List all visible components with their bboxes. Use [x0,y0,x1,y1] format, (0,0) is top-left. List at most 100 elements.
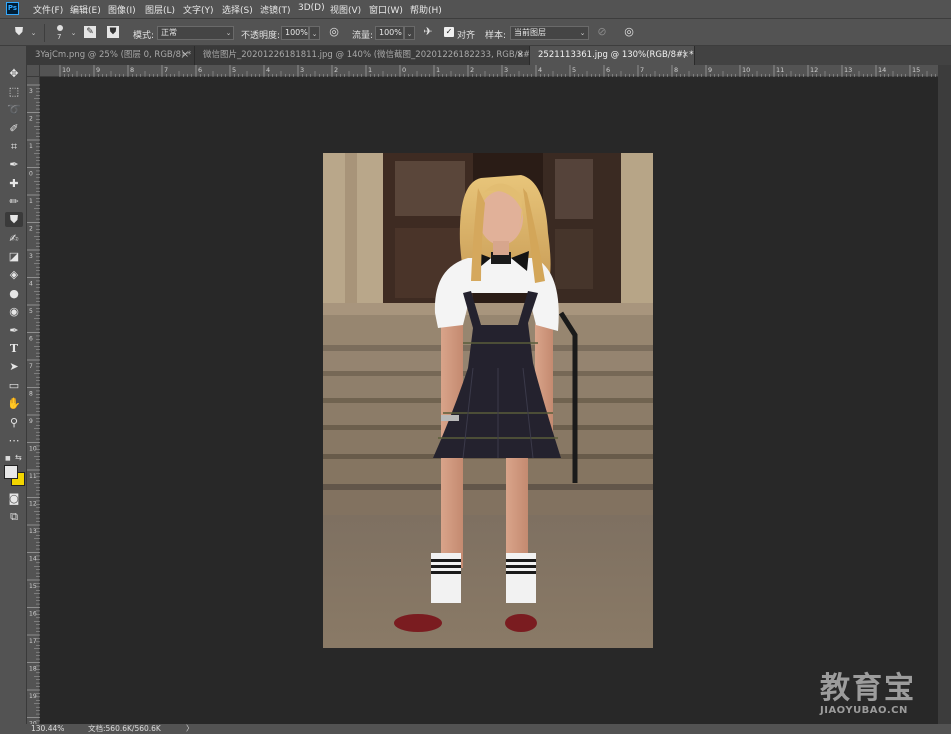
opacity-dropdown-icon[interactable]: ⌄ [309,26,320,40]
vertical-scrollbar[interactable] [938,65,951,724]
tools-panel: ✥ ⬚ ➰ ✐ ⌗ ✒ ✚ ✏ ⛊ ✍ ◪ ◈ ● ◉ ✒ T ➤ ▭ ✋ ⚲ … [0,46,27,726]
lasso-tool-icon[interactable]: ➰ [5,102,23,117]
horizontal-ruler[interactable]: 10 9 8 7 6 5 4 3 2 1 0 1 2 3 4 5 6 7 8 9 10 11 12 13 14 15 [40,65,938,77]
paint-bucket-tool-icon[interactable]: ◈ [5,267,23,282]
status-menu-arrow-icon[interactable]: 〉 [186,724,194,734]
pen-tool-icon[interactable]: ✒ [5,323,23,338]
ruler-label: 2 [470,66,474,74]
tab-close-icon[interactable]: × [516,46,524,65]
align-checkbox[interactable]: ✓ [444,27,454,37]
clone-stamp-tool-preset-icon[interactable]: ⛊ [12,25,26,39]
pressure-size-icon[interactable]: ◎ [622,25,636,39]
sample-dropdown-icon[interactable]: ⌄ [577,26,588,40]
ruler-label: 1 [436,66,440,74]
ruler-label: 4 [266,66,270,74]
blur-tool-icon[interactable]: ● [5,286,23,301]
clone-source-panel-icon[interactable]: ⛊ [107,26,119,38]
pressure-opacity-icon[interactable]: ◎ [327,25,341,39]
quick-select-tool-icon[interactable]: ✐ [5,121,23,136]
menu-file[interactable]: 文件(F) [33,3,63,16]
history-brush-tool-icon[interactable]: ✍ [5,231,23,246]
move-tool-icon[interactable]: ✥ [5,66,23,81]
document-size: 文档:560.6K/560.6K [88,724,161,733]
opacity-label: 不透明度: [241,31,281,41]
ruler-label: 11 [29,473,37,480]
mode-dropdown-icon[interactable]: ⌄ [223,26,234,40]
ruler-label: 8 [674,66,678,74]
zoom-tool-icon[interactable]: ⚲ [5,415,23,430]
tool-preset-dropdown-icon[interactable]: ⌄ [28,26,39,40]
menu-edit[interactable]: 编辑(E) [70,3,101,16]
tab-label: 3YajCm.png @ 25% (图层 0, RGB/8) * [35,50,192,60]
ruler-label: 0 [29,171,33,178]
tab-label: 2521113361.jpg @ 130%(RGB/8#) * [538,50,694,60]
document-photo[interactable] [323,153,653,648]
brush-preview-icon[interactable] [57,25,63,31]
ruler-label: 2 [334,66,338,74]
ruler-label: 6 [29,336,33,343]
healing-brush-tool-icon[interactable]: ✚ [5,176,23,191]
ruler-label: 10 [62,66,70,74]
photo-image [323,153,653,648]
path-selection-tool-icon[interactable]: ➤ [5,359,23,374]
menu-filter[interactable]: 滤镜(T) [260,3,291,16]
type-tool-icon[interactable]: T [5,341,23,356]
ruler-label: 4 [29,281,33,288]
menu-type[interactable]: 文字(Y) [183,3,214,16]
tab-close-icon[interactable]: × [681,46,689,65]
menu-help[interactable]: 帮助(H) [410,3,442,16]
ruler-label: 9 [708,66,712,74]
marquee-tool-icon[interactable]: ⬚ [5,84,23,99]
ruler-label: 1 [29,143,33,150]
menu-window[interactable]: 窗口(W) [369,3,403,16]
ruler-label: 5 [29,308,33,315]
menu-3d[interactable]: 3D(D) [298,3,325,13]
brush-settings-panel-icon[interactable]: ✎ [84,26,96,38]
flow-dropdown-icon[interactable]: ⌄ [404,26,415,40]
tab-close-icon[interactable]: × [181,46,189,65]
more-tools-icon[interactable]: ⋯ [5,433,23,448]
screen-mode-icon[interactable]: ⧉ [5,509,23,524]
dodge-tool-icon[interactable]: ◉ [5,304,23,319]
ruler-label: 15 [29,583,37,590]
eyedropper-tool-icon[interactable]: ✒ [5,157,23,172]
flow-input[interactable]: 100% [375,26,404,40]
tab-label: 微信图片_20201226181811.jpg @ 140% (微信截图_202… [203,50,530,60]
menu-image[interactable]: 图像(I) [108,3,136,16]
ruler-label: 19 [29,693,37,700]
watermark-english: JIAOYUBAO.CN [820,705,908,716]
menu-view[interactable]: 视图(V) [330,3,361,16]
menu-layer[interactable]: 图层(L) [145,3,175,16]
swap-colors-icon[interactable]: ⇆ [15,453,22,462]
brush-picker-dropdown-icon[interactable]: ⌄ [68,26,79,40]
opacity-input[interactable]: 100% [281,26,309,40]
airbrush-icon[interactable]: ✈ [421,25,435,39]
default-colors-icon[interactable]: ■ [5,455,11,462]
crop-tool-icon[interactable]: ⌗ [5,139,23,154]
ruler-label: 8 [130,66,134,74]
watermark: 教育宝 JIAOYUBAO.CN [820,663,916,716]
ruler-label: 3 [504,66,508,74]
ruler-label: 10 [742,66,750,74]
ruler-origin[interactable] [27,65,40,77]
eraser-tool-icon[interactable]: ◪ [5,249,23,264]
menu-select[interactable]: 选择(S) [222,3,253,16]
rectangle-tool-icon[interactable]: ▭ [5,378,23,393]
foreground-color-swatch[interactable] [4,465,18,479]
ruler-label: 6 [198,66,202,74]
divider [44,24,45,42]
ruler-label: 0 [402,66,406,74]
tab-3yajcm[interactable]: 3YajCm.png @ 25% (图层 0, RGB/8) * × [27,46,195,65]
brush-tool-icon[interactable]: ✏ [5,194,23,209]
hand-tool-icon[interactable]: ✋ [5,396,23,411]
ruler-label: 17 [29,638,37,645]
zoom-level[interactable]: 130.44% [31,724,64,734]
quick-mask-icon[interactable]: ◙ [5,491,23,506]
tab-wechat-image[interactable]: 微信图片_20201226181811.jpg @ 140% (微信截图_202… [195,46,530,65]
ruler-label: 9 [96,66,100,74]
clone-stamp-tool-icon[interactable]: ⛊ [5,212,23,227]
ruler-label: 14 [878,66,886,74]
tab-2521113361[interactable]: 2521113361.jpg @ 130%(RGB/8#) * × [530,46,695,65]
vertical-ruler[interactable]: 3 2 1 0 1 2 3 4 5 6 7 8 9 10 11 12 13 14 15 16 17 18 19 20 [27,77,40,724]
ignore-adjustment-layers-icon[interactable]: ⊘ [595,25,609,39]
